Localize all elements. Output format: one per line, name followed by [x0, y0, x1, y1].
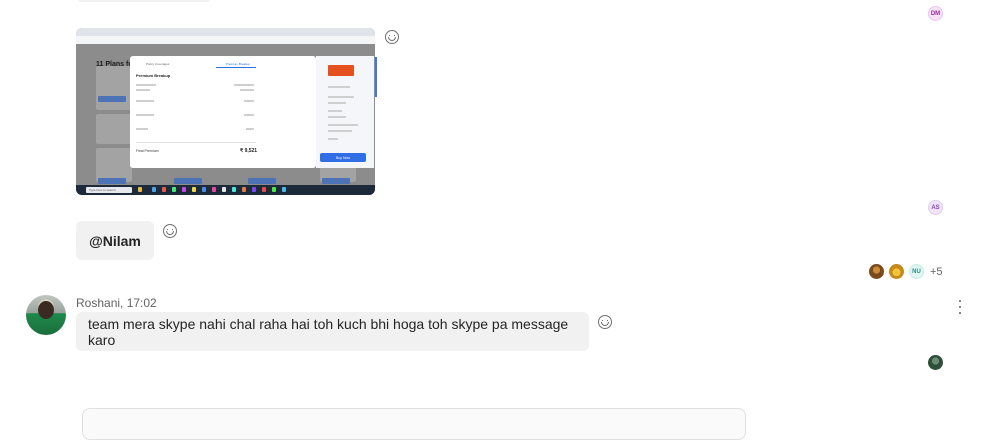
browser-address-bar: [76, 36, 375, 50]
message-text: team mera skype nahi chal raha hai toh k…: [88, 315, 569, 348]
premium-breakup-tab: Premium Breakup: [226, 62, 251, 66]
add-reaction-icon[interactable]: [598, 315, 612, 329]
final-premium-value: ₹ 9,521: [240, 148, 258, 154]
sender-avatar[interactable]: [26, 295, 66, 335]
policy-coverages-tab: Policy Coverages: [146, 62, 170, 66]
taskbar-search: Type here to search: [86, 187, 132, 193]
screenshot-attachment[interactable]: 11 Plans found Policy Coverages Premium …: [76, 28, 375, 195]
image-edge-highlight: [375, 57, 377, 97]
more-options-icon[interactable]: [955, 300, 965, 314]
buy-now-button: Buy Now: [320, 153, 366, 162]
seen-by-avatar: [889, 264, 904, 279]
add-reaction-icon[interactable]: [385, 30, 399, 44]
insurer-logo: [328, 65, 354, 76]
premium-breakup-modal: Policy Coverages Premium Breakup Premium…: [130, 56, 374, 168]
read-receipt-avatar: [928, 355, 943, 370]
compose-box[interactable]: [82, 408, 746, 440]
add-reaction-icon[interactable]: [163, 224, 177, 238]
message-bubble[interactable]: team mera skype nahi chal raha hai toh k…: [76, 312, 589, 351]
browser-tab-bar: [76, 28, 375, 36]
read-receipt-avatar: AS: [928, 200, 943, 215]
final-premium-label: Final Premium: [136, 149, 159, 153]
previous-message-bubble[interactable]: [76, 0, 212, 2]
windows-taskbar: Type here to search: [76, 185, 375, 195]
seen-by-avatar: [869, 264, 884, 279]
mention-message-bubble[interactable]: @Nilam: [76, 221, 154, 260]
modal-title: Premium Breakup: [136, 73, 171, 78]
seen-by-avatar: NU: [909, 264, 924, 279]
read-receipt-avatar: DM: [928, 6, 943, 21]
sender-name-time: Roshani, 17:02: [76, 296, 157, 310]
mention-text[interactable]: @Nilam: [89, 233, 141, 249]
seen-by-count[interactable]: +5: [930, 266, 943, 278]
